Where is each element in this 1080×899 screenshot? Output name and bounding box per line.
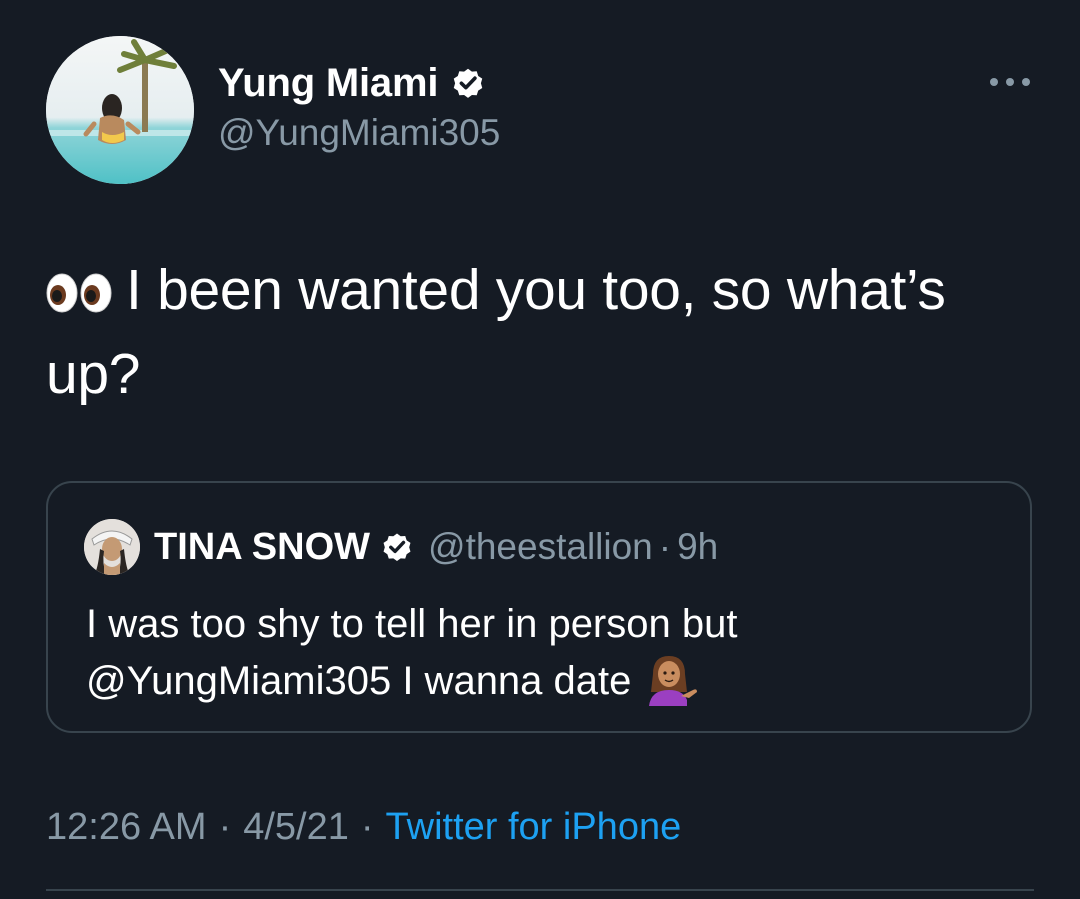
woman-tipping-hand-icon (649, 656, 698, 706)
tweet-time: 12:26 AM (46, 806, 207, 848)
quoted-author-avatar (84, 519, 140, 575)
divider (46, 889, 1034, 891)
more-options-icon[interactable] (988, 74, 1032, 90)
author-avatar[interactable] (46, 36, 194, 184)
quoted-author-display-name[interactable]: TINA SNOW (154, 526, 370, 569)
tweet-body: I been wanted you too, so what’s up? (46, 258, 946, 406)
tweet-source-link[interactable]: Twitter for iPhone (386, 806, 682, 848)
eyes-icon (46, 273, 112, 313)
quoted-avatar-photo-icon (84, 519, 140, 575)
tweet-text: I been wanted you too, so what’s up? (46, 248, 1036, 416)
quoted-author-handle[interactable]: @theestallion (428, 526, 653, 568)
author-handle[interactable]: @YungMiami305 (218, 112, 500, 154)
meta-separator: · (218, 806, 232, 848)
display-name-row: Yung Miami (218, 58, 500, 108)
quoted-timestamp: 9h (677, 526, 719, 567)
verified-badge-icon (383, 533, 411, 562)
avatar-photo-icon (46, 36, 194, 184)
quoted-tweet-header: TINA SNOW @theestallion · 9h (84, 519, 718, 575)
meta-separator: · (360, 806, 374, 848)
quoted-tweet-body: I was too shy to tell her in person but … (86, 602, 738, 703)
tweet-detail: Yung Miami @YungMiami305 I been wanted y… (0, 0, 1080, 899)
tweet-date: 4/5/21 (243, 806, 349, 848)
verified-badge-icon (454, 68, 483, 98)
tweet-meta: 12:26 AM · 4/5/21 · Twitter for iPhone (46, 806, 681, 849)
author-display-name[interactable]: Yung Miami (218, 61, 438, 106)
quoted-tweet[interactable]: TINA SNOW @theestallion · 9h I was too s… (46, 481, 1032, 733)
quoted-separator: · (658, 526, 672, 567)
author-header: Yung Miami @YungMiami305 (218, 58, 500, 154)
quoted-tweet-text: I was too shy to tell her in person but … (86, 597, 986, 709)
